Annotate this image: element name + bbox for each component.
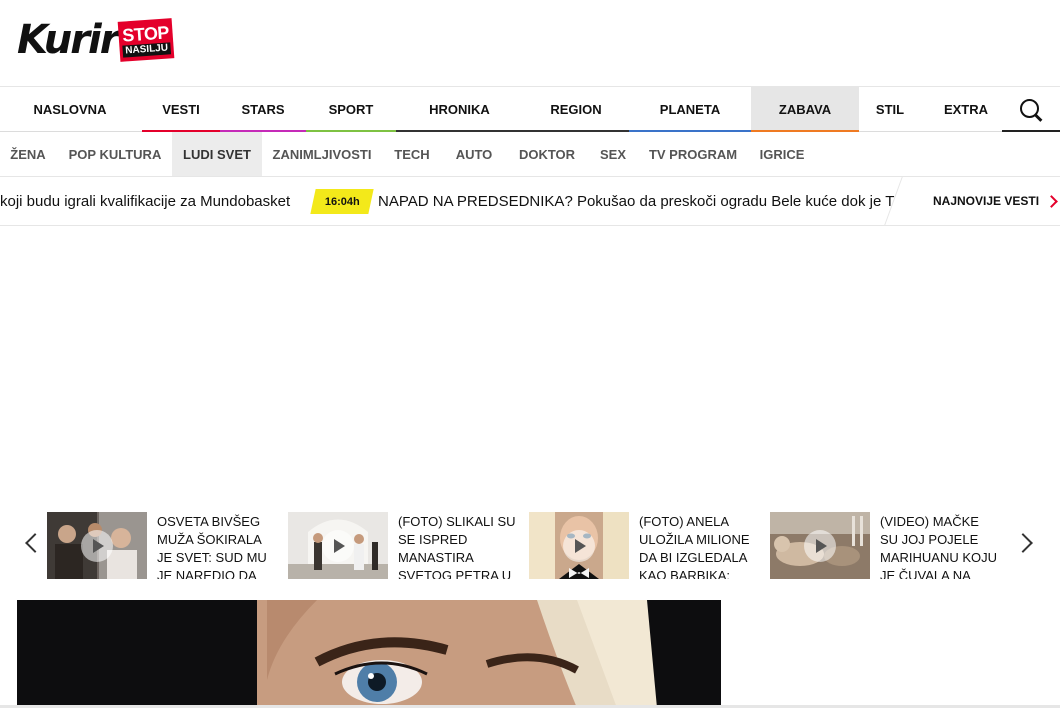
carousel-card[interactable]: (FOTO) ANELA ULOŽILA MILIONE DA BI IZGLE… [529,512,765,582]
badge-top-text: STOP [122,21,170,46]
news-ticker: koji budu igrali kvalifikacije za Mundob… [0,177,1060,226]
carousel-next-icon[interactable] [1013,533,1033,553]
latest-news-label: NAJNOVIJE VESTI [933,194,1040,208]
subnav-item-tech[interactable]: TECH [382,132,442,176]
stop-nasilju-badge: STOP NASILJU [118,18,175,62]
carousel-thumbnail [770,512,870,579]
search-icon [1019,98,1043,122]
nav-label: EXTRA [943,102,989,117]
nav-item-vesti[interactable]: VESTI [142,87,220,132]
nav-label: SPORT [328,102,374,117]
site-header: Kurir STOP NASILJU [0,0,1060,86]
nav-label: NASLOVNA [33,102,107,117]
nav-item-extra[interactable]: EXTRA [921,87,1011,132]
subnav-item-tv-program[interactable]: TV PROGRAM [638,132,748,176]
play-icon [563,530,595,562]
play-icon [804,530,836,562]
nav-item-hronika[interactable]: HRONIKA [396,87,523,132]
carousel-prev-icon[interactable] [25,533,45,553]
kurir-logo[interactable]: Kurir STOP NASILJU [17,17,175,66]
search-button[interactable] [1002,87,1060,132]
play-icon [322,530,354,562]
play-icon [81,530,113,562]
carousel-card-title: OSVETA BIVŠEG MUŽA ŠOKIRALA JE SVET: Sud… [157,514,267,579]
hero-photo [17,600,721,708]
nav-item-naslovna[interactable]: NASLOVNA [0,87,140,132]
latest-news-button[interactable]: NAJNOVIJE VESTI [908,177,1060,225]
carousel-card-title: (FOTO) ANELA ULOŽILA MILIONE DA BI IZGLE… [639,514,750,579]
chevron-right-icon [1045,194,1058,208]
sub-navigation: ŽENA POP KULTURA LUDI SVET ZANIMLJIVOSTI… [0,132,1060,177]
nav-label: STIL [875,102,905,117]
carousel-card[interactable]: (VIDEO) MAČKE SU JOJ POJELE MARIHUANU KO… [770,512,1006,582]
subnav-item-sex[interactable]: SEX [588,132,638,176]
hero-article-image[interactable] [17,600,721,708]
nav-label: REGION [550,102,602,117]
carousel-card[interactable]: (FOTO) SLIKALI SU SE ISPRED MANASTIRA SV… [288,512,524,582]
nav-item-sport[interactable]: SPORT [306,87,396,132]
nav-item-zabava[interactable]: ZABAVA [751,87,859,132]
nav-label: HRONIKA [429,102,490,117]
subnav-item-pop-kultura[interactable]: POP KULTURA [58,132,172,176]
carousel-thumbnail [529,512,629,579]
subnav-item-auto[interactable]: AUTO [442,132,506,176]
ticker-previous-headline[interactable]: koji budu igrali kvalifikacije za Mundob… [0,177,300,225]
nav-item-region[interactable]: REGION [523,87,629,132]
nav-item-stil[interactable]: STIL [859,87,921,132]
ticker-time-badge: 16:04h [310,189,374,214]
logo-text: Kurir [17,17,119,63]
carousel-card-title: (FOTO) SLIKALI SU SE ISPRED MANASTIRA SV… [398,514,516,579]
subnav-item-zanimljivosti[interactable]: ZANIMLJIVOSTI [262,132,382,176]
nav-label: VESTI [162,102,200,117]
carousel-thumbnail [47,512,147,579]
subnav-item-igrice[interactable]: IGRICE [748,132,816,176]
nav-item-stars[interactable]: STARS [220,87,306,132]
carousel-thumbnail [288,512,388,579]
carousel-card-title: (VIDEO) MAČKE SU JOJ POJELE MARIHUANU KO… [880,514,998,579]
nav-label: STARS [241,102,285,117]
badge-bottom-text: NASILJU [122,41,172,58]
subnav-item-doktor[interactable]: DOKTOR [506,132,588,176]
ticker-time: 16:04h [324,195,360,208]
ticker-headline[interactable]: NAPAD NA PREDSEDNIKA? Pokušao da preskoč… [378,177,913,225]
nav-item-planeta[interactable]: PLANETA [629,87,751,132]
main-navigation: NASLOVNA VESTI STARS SPORT HRONIKA REGIO… [0,86,1060,132]
video-carousel: OSVETA BIVŠEG MUŽA ŠOKIRALA JE SVET: Sud… [0,506,1060,586]
nav-label: PLANETA [659,102,721,117]
subnav-item-ludi-svet[interactable]: LUDI SVET [172,132,262,176]
carousel-card[interactable]: OSVETA BIVŠEG MUŽA ŠOKIRALA JE SVET: Sud… [47,512,279,582]
subnav-item-zena[interactable]: ŽENA [0,132,56,176]
nav-label: ZABAVA [778,102,832,117]
